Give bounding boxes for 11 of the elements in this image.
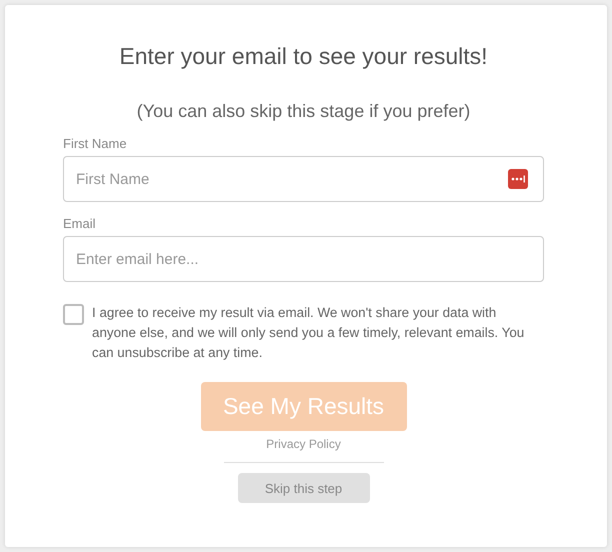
input-field[interactable]: First Name	[63, 156, 544, 202]
password-manager-icon[interactable]	[508, 169, 528, 189]
checkbox[interactable]	[63, 304, 84, 325]
subheading: (You can also skip this stage if you prefer)	[136, 101, 472, 122]
field-label: First Name	[63, 136, 128, 151]
consent-text: I agree to receive my result via email. We won't share your data with anyone else, and we will only send you a few timely, relevant emails. You can unsubscribe at any time.	[92, 304, 526, 362]
input-field[interactable]: Enter email here...	[63, 236, 544, 282]
skip-button[interactable]: Skip this step	[238, 473, 370, 503]
heading: Enter your email to see your results!	[118, 43, 489, 70]
privacy-link[interactable]: Privacy Policy	[266, 437, 341, 451]
field-label: Email	[63, 216, 97, 231]
